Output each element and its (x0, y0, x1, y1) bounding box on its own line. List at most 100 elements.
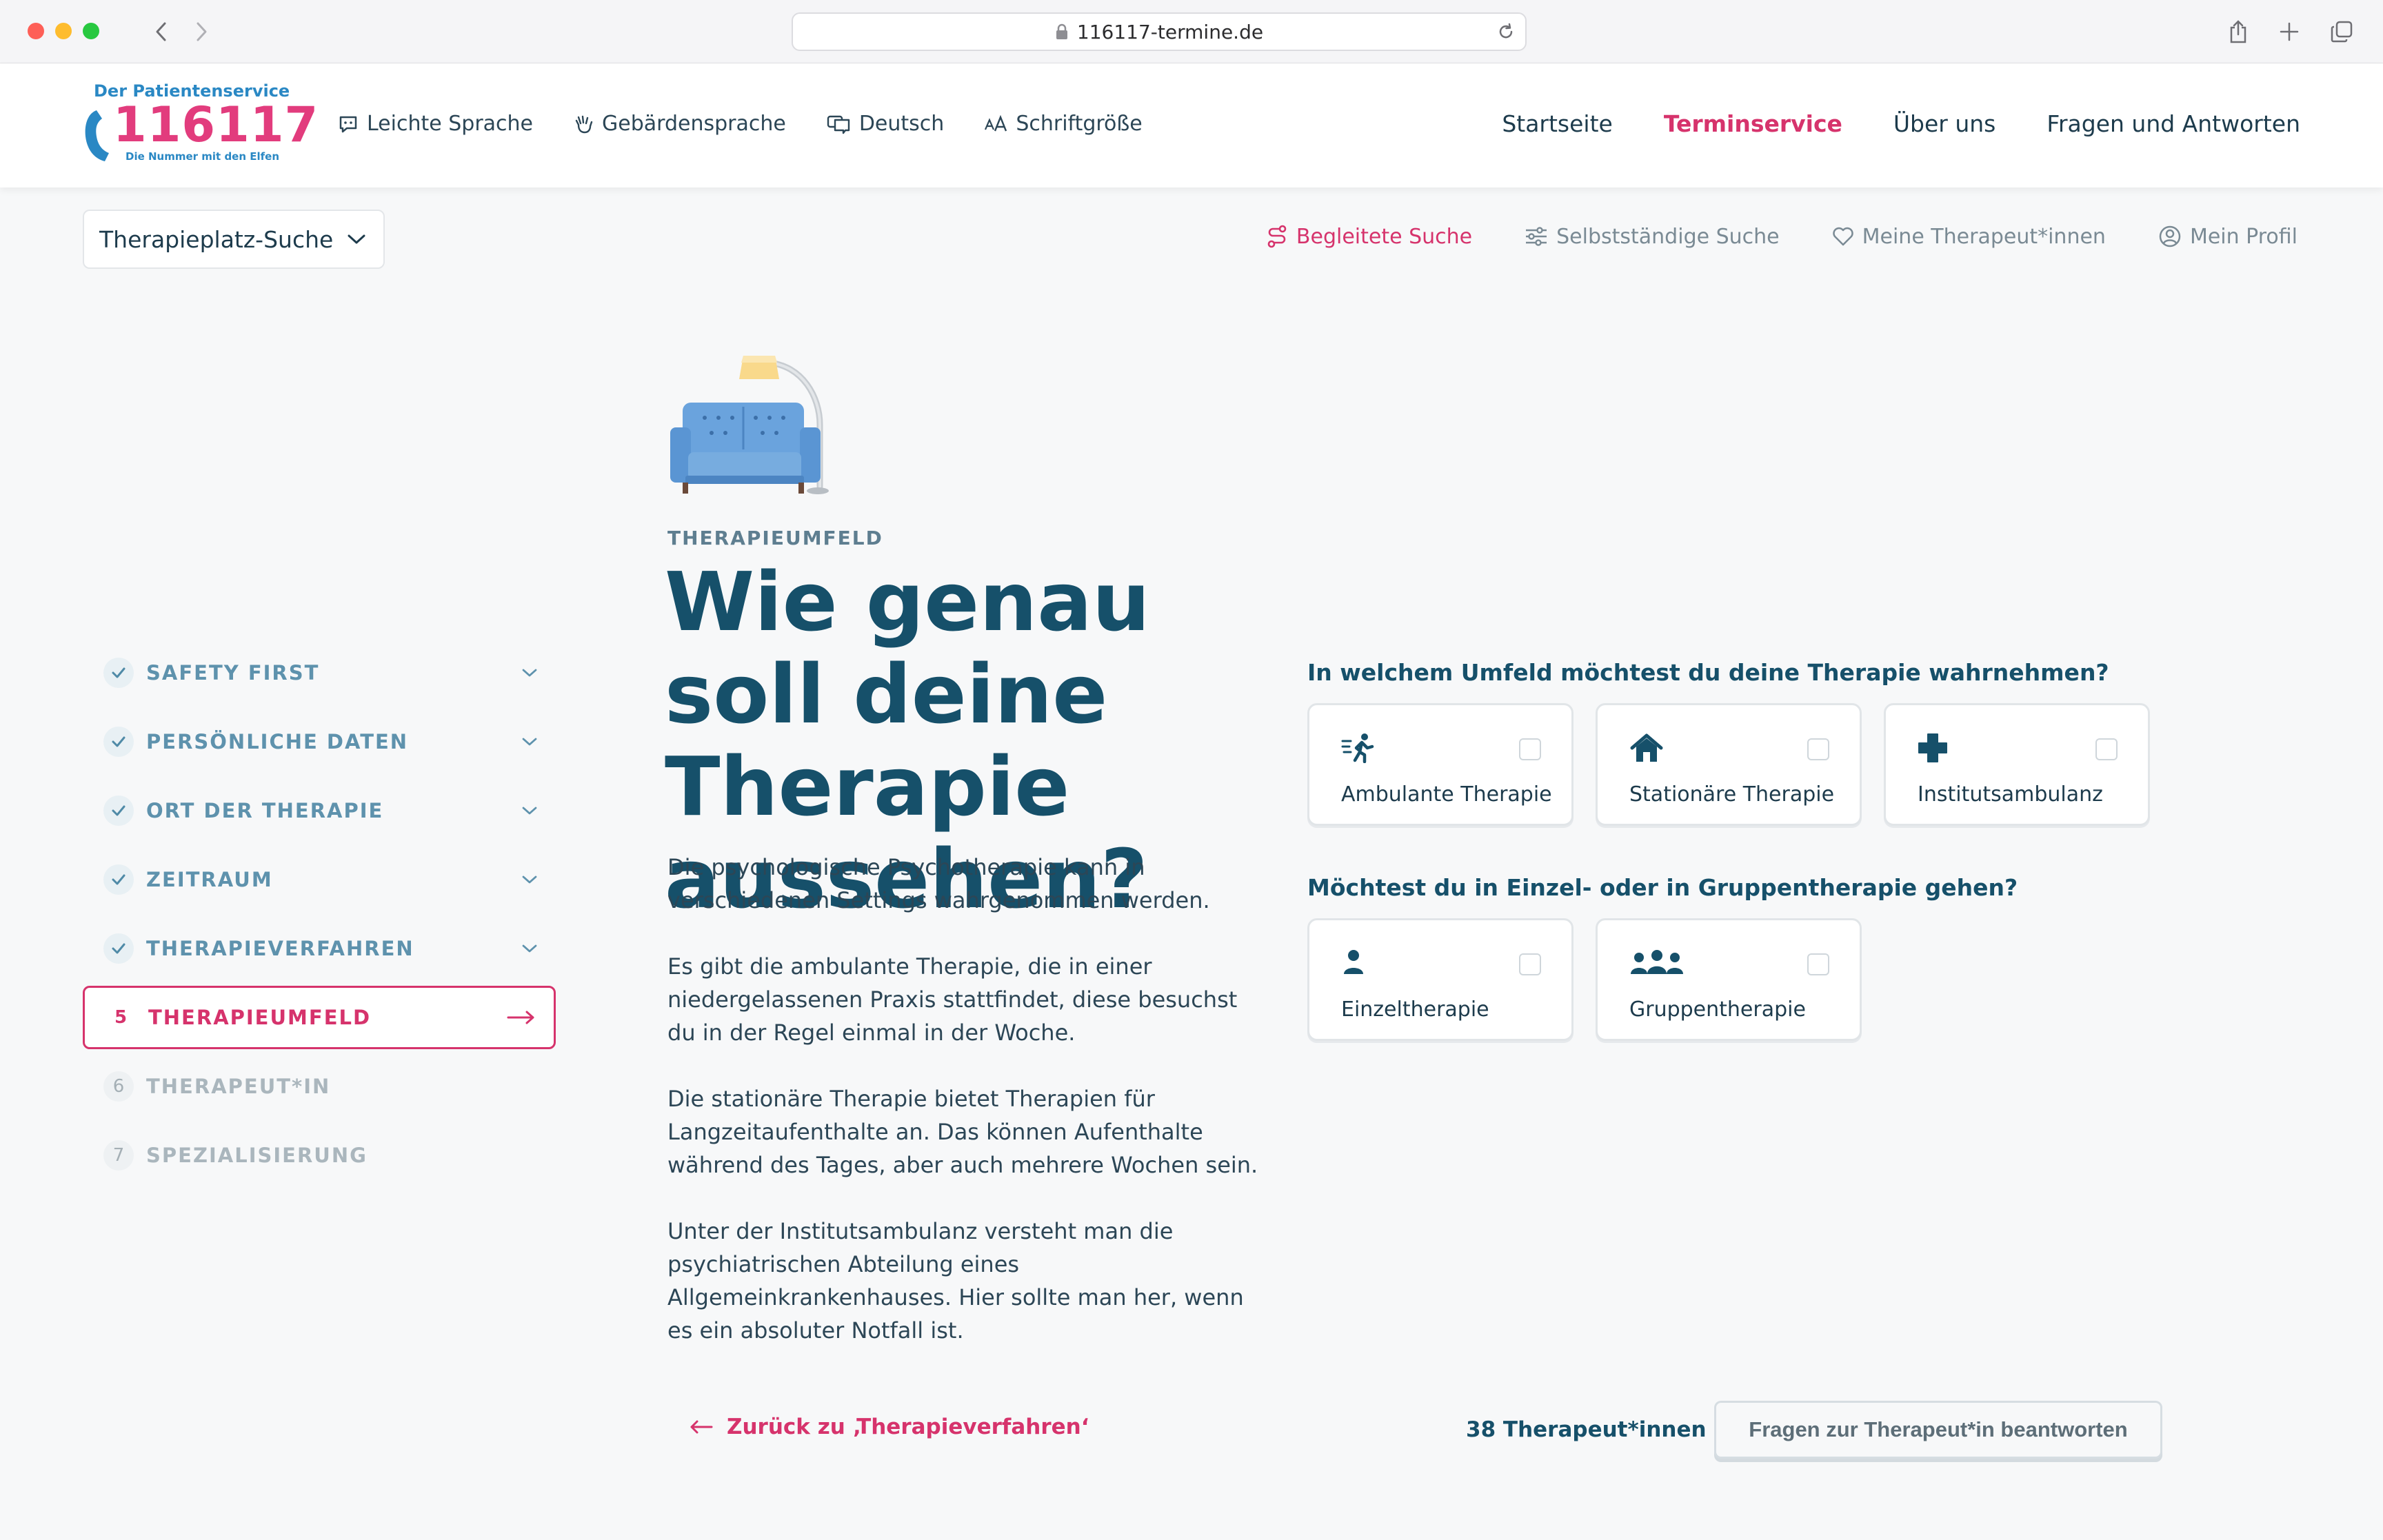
logo-subline: Die Nummer mit den Elfen (125, 150, 280, 163)
tab-label: Meine Therapeut*innen (1862, 224, 2106, 249)
language-link[interactable]: Deutsch (826, 112, 944, 136)
step-zeitraum[interactable]: ZEITRAUM (83, 848, 556, 911)
question-setting: In welchem Umfeld möchtest du deine Ther… (1307, 659, 2109, 686)
zoom-window-button[interactable] (83, 23, 99, 39)
checkmark-icon (112, 667, 125, 678)
tab-overview-button[interactable] (2328, 18, 2355, 45)
minimize-window-button[interactable] (55, 23, 72, 39)
option-einzeltherapie[interactable]: Einzeltherapie (1307, 918, 1573, 1041)
logo-number: 116117 (113, 97, 319, 153)
therapist-count: 38 Therapeut*innen (1466, 1417, 1707, 1442)
tabs-icon (2331, 21, 2353, 43)
next-step-button[interactable]: Fragen zur Therapeut*in beantworten (1714, 1401, 2162, 1459)
step-label: SPEZIALISIERUNG (146, 1144, 368, 1167)
step-number: 7 (103, 1140, 134, 1171)
chevron-right-icon (197, 22, 207, 41)
walking-person-icon (1341, 733, 1374, 763)
option-label: Stationäre Therapie (1629, 782, 1835, 807)
step-badge (103, 864, 134, 895)
checkmark-icon (112, 805, 125, 816)
chevron-down-icon (522, 944, 537, 953)
address-bar[interactable]: 116117-termine.de (792, 12, 1527, 51)
group-type-options: Einzeltherapie Gruppentherapie (1307, 918, 1862, 1041)
intro-paragraph: Die psychologische Psychotherapie kann i… (667, 854, 1210, 913)
tab-selbststaendige-suche[interactable]: Selbstständige Suche (1525, 224, 1780, 249)
leichte-sprache-link[interactable]: Leichte Sprache (338, 112, 533, 136)
step-ort-der-therapie[interactable]: ORT DER THERAPIE (83, 779, 556, 842)
share-icon (2230, 20, 2246, 43)
option-label: Einzeltherapie (1341, 997, 1489, 1022)
checkbox[interactable] (2095, 738, 2118, 760)
option-label: Institutsambulanz (1918, 782, 2103, 807)
forward-button[interactable] (188, 18, 215, 45)
gebaerdensprache-link[interactable]: Gebärdensprache (573, 112, 786, 136)
intro-paragraph: Unter der Institutsambulanz versteht man… (667, 1218, 1244, 1344)
logo-116117[interactable]: Der Patientenservice 116117 Die Nummer m… (81, 81, 318, 171)
tab-mein-profil[interactable]: Mein Profil (2158, 224, 2297, 249)
step-therapieumfeld[interactable]: 5 THERAPIEUMFELD (83, 986, 556, 1049)
browser-toolbar: 116117-termine.de (0, 0, 2383, 63)
intro-text: Die psychologische Psychotherapie kann i… (667, 851, 1260, 1380)
option-stationaere-therapie[interactable]: Stationäre Therapie (1596, 703, 1862, 826)
step-label: THERAPEUT*IN (146, 1075, 331, 1098)
setting-options: Ambulante Therapie Stationäre Therapie I… (1307, 703, 2150, 826)
nav-fragen-und-antworten[interactable]: Fragen und Antworten (2047, 110, 2300, 137)
option-ambulante-therapie[interactable]: Ambulante Therapie (1307, 703, 1573, 826)
checkbox[interactable] (1807, 953, 1829, 975)
font-size-link[interactable]: Schriftgröße (984, 112, 1143, 136)
plus-icon (2280, 22, 2299, 41)
step-navigation: SAFETY FIRST PERSÖNLICHE DATEN ORT DER T… (83, 641, 556, 1193)
back-label: Zurück zu ‚Therapieverfahren‘ (727, 1415, 1089, 1439)
speech-bubble-icon (339, 116, 357, 132)
nav-terminservice[interactable]: Terminservice (1664, 110, 1842, 137)
intro-paragraph: Die stationäre Therapie bietet Therapien… (667, 1086, 1258, 1178)
checkmark-icon (112, 874, 125, 885)
option-institutsambulanz[interactable]: Institutsambulanz (1884, 703, 2150, 826)
user-circle-icon (2159, 225, 2181, 247)
chevron-down-icon (522, 738, 537, 746)
utility-nav: Leichte Sprache Gebärdensprache Deutsch … (338, 112, 1143, 136)
option-gruppentherapie[interactable]: Gruppentherapie (1596, 918, 1862, 1041)
step-label: ZEITRAUM (146, 868, 273, 891)
search-mode-value: Therapieplatz-Suche (99, 225, 334, 253)
arrow-right-icon (507, 1011, 534, 1024)
step-label: ORT DER THERAPIE (146, 799, 384, 822)
step-badge (103, 933, 134, 964)
group-icon (1631, 950, 1683, 974)
option-label: Ambulante Therapie (1341, 782, 1552, 807)
share-button[interactable] (2224, 18, 2252, 45)
intro-paragraph: Es gibt die ambulante Therapie, die in e… (667, 953, 1238, 1046)
tab-meine-therapeutinnen[interactable]: Meine Therapeut*innen (1832, 224, 2106, 249)
close-window-button[interactable] (28, 23, 44, 39)
step-label: PERSÖNLICHE DATEN (146, 730, 409, 753)
option-label: Gruppentherapie (1629, 997, 1806, 1022)
new-tab-button[interactable] (2275, 18, 2303, 45)
step-safety-first[interactable]: SAFETY FIRST (83, 641, 556, 705)
step-therapieverfahren[interactable]: THERAPIEVERFAHREN (83, 917, 556, 980)
tab-label: Begleitete Suche (1296, 224, 1473, 249)
checkbox[interactable] (1807, 738, 1829, 760)
tab-label: Selbstständige Suche (1556, 224, 1780, 249)
step-therapeutin: 6 THERAPEUT*IN (83, 1055, 556, 1118)
checkbox[interactable] (1519, 953, 1541, 975)
route-icon (1267, 225, 1287, 248)
reload-icon[interactable] (1496, 22, 1516, 41)
util-label: Gebärdensprache (602, 112, 786, 136)
step-label: THERAPIEUMFELD (148, 1006, 372, 1029)
house-icon (1630, 733, 1663, 762)
nav-ueber-uns[interactable]: Über uns (1893, 110, 1995, 137)
heart-icon (1832, 227, 1853, 246)
tab-begleitete-suche[interactable]: Begleitete Suche (1266, 224, 1472, 249)
back-button[interactable]: Zurück zu ‚Therapieverfahren‘ (690, 1415, 1089, 1439)
util-label: Leichte Sprache (367, 112, 534, 136)
step-persoenliche-daten[interactable]: PERSÖNLICHE DATEN (83, 710, 556, 773)
lock-icon (1056, 23, 1067, 39)
chevron-down-icon (348, 234, 365, 244)
checkbox[interactable] (1519, 738, 1541, 760)
url-text: 116117-termine.de (1076, 20, 1264, 43)
chevron-down-icon (522, 669, 537, 677)
search-mode-dropdown[interactable]: Therapieplatz-Suche (83, 210, 385, 269)
back-button[interactable] (148, 18, 175, 45)
step-badge (103, 727, 134, 757)
nav-startseite[interactable]: Startseite (1502, 110, 1613, 137)
